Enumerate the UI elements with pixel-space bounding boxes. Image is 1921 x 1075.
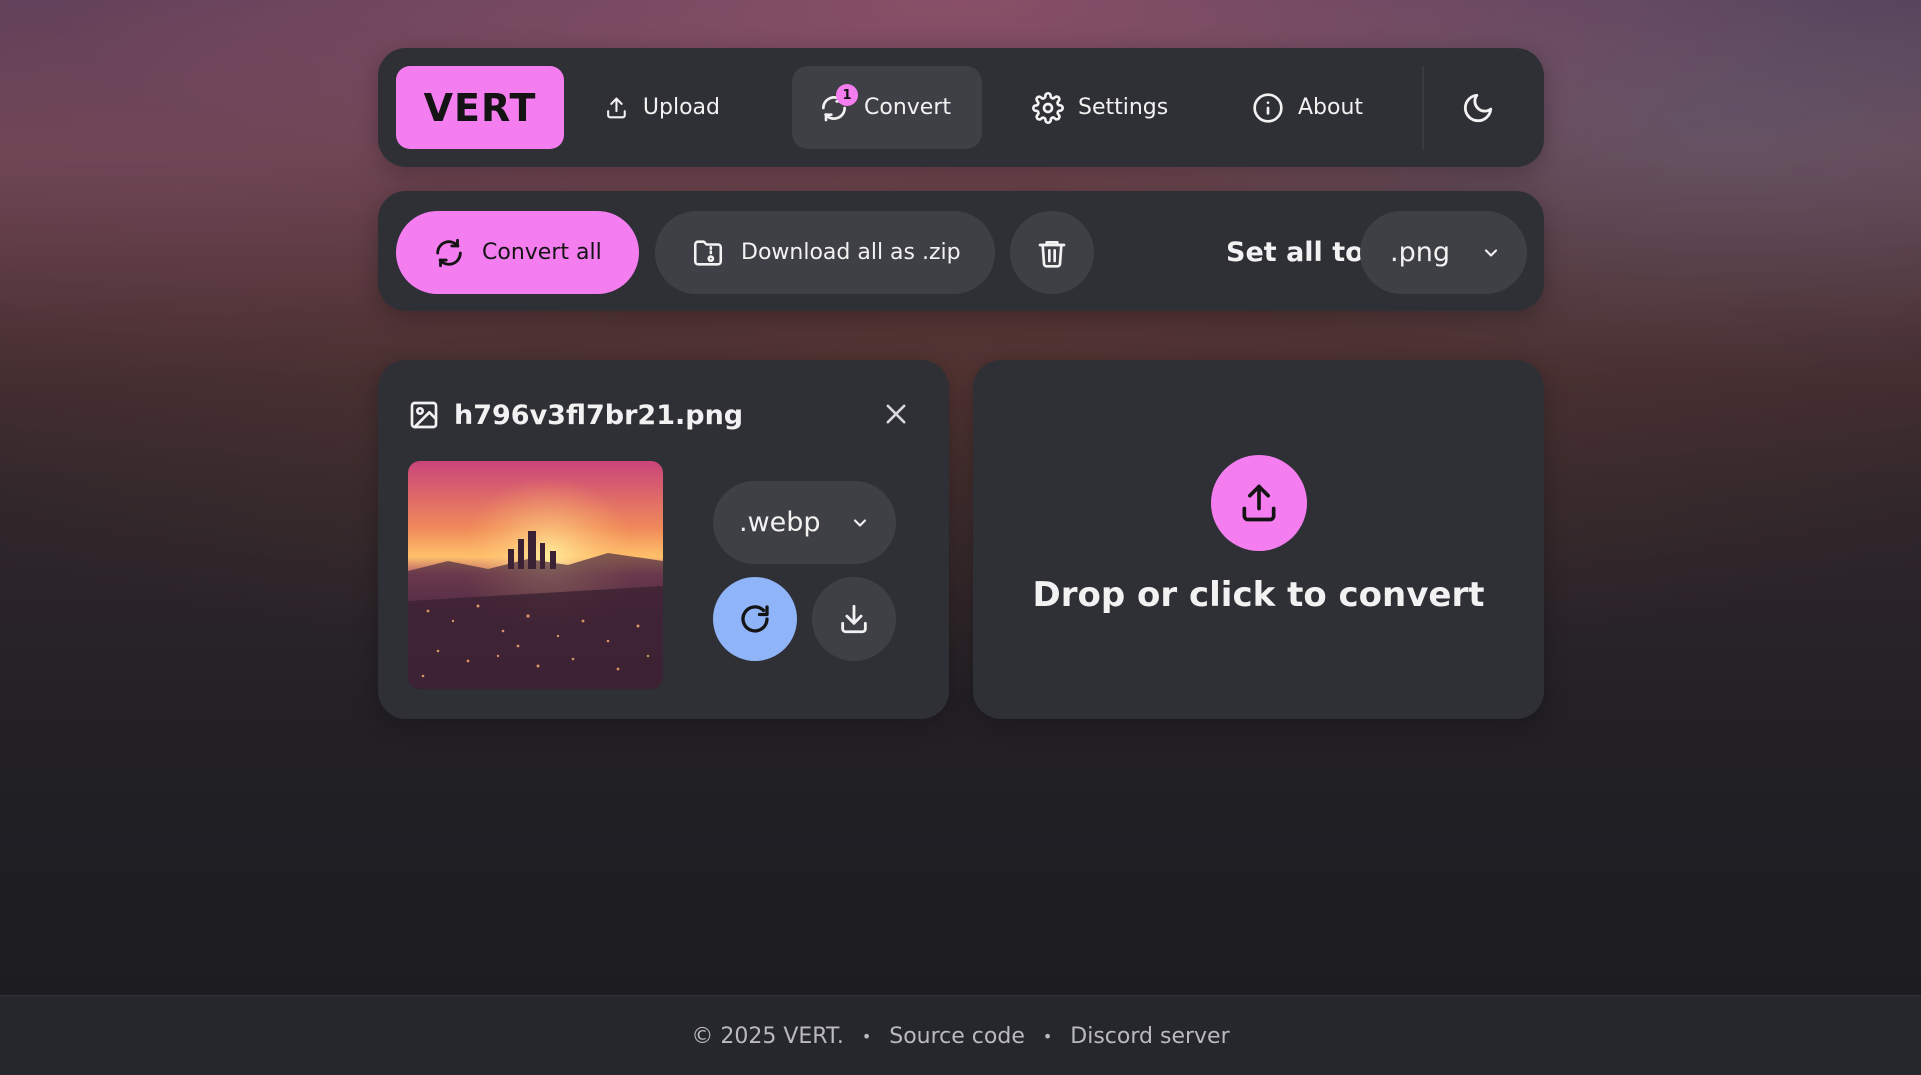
- toolbar: Convert all Download all as .zip Set all…: [378, 191, 1544, 311]
- moon-icon: [1463, 93, 1493, 123]
- convert-all-button[interactable]: Convert all: [396, 211, 639, 294]
- remove-file-button[interactable]: [878, 396, 914, 432]
- vert-logo[interactable]: VERT: [396, 66, 564, 149]
- file-name: h796v3fl7br21.png: [454, 399, 744, 431]
- upload-icon: [607, 97, 626, 118]
- download-icon: [841, 604, 867, 634]
- nav-settings[interactable]: Settings: [1006, 66, 1196, 149]
- nav-settings-label: Settings: [1078, 95, 1169, 120]
- discord-link[interactable]: Discord server: [1070, 1024, 1229, 1049]
- nav-about[interactable]: About: [1226, 66, 1402, 149]
- nav-convert[interactable]: 1 Convert: [792, 66, 982, 149]
- source-code-link[interactable]: Source code: [889, 1024, 1025, 1049]
- nav-divider: [1422, 66, 1424, 149]
- nav-upload[interactable]: Upload: [578, 66, 746, 149]
- gear-icon: [1032, 91, 1064, 124]
- file-card: h796v3fl7br21.png .webp: [378, 360, 949, 719]
- convert-file-button[interactable]: [713, 577, 797, 661]
- navbar: VERT Upload 1 Convert Settings About: [378, 48, 1544, 167]
- file-thumbnail: [408, 461, 663, 689]
- folder-archive-icon: [693, 239, 723, 266]
- nav-convert-label: Convert: [864, 95, 951, 120]
- convert-all-label: Convert all: [482, 240, 602, 265]
- trash-icon: [1038, 240, 1066, 268]
- copyright-text: © 2025 VERT.: [691, 1023, 844, 1049]
- drop-zone[interactable]: Drop or click to convert: [973, 360, 1544, 719]
- info-icon: [1253, 92, 1283, 123]
- download-file-button[interactable]: [812, 577, 896, 661]
- drop-zone-text: Drop or click to convert: [1032, 575, 1485, 615]
- footer-separator: •: [861, 1026, 872, 1046]
- nav-about-label: About: [1298, 95, 1364, 120]
- image-icon: [410, 401, 438, 429]
- convert-count-badge: 1: [836, 84, 858, 106]
- upload-icon: [1242, 484, 1276, 522]
- delete-all-button[interactable]: [1010, 211, 1094, 294]
- upload-button[interactable]: [1211, 455, 1307, 551]
- nav-upload-label: Upload: [642, 95, 720, 120]
- set-all-format-select[interactable]: .png: [1360, 211, 1527, 294]
- footer-separator: •: [1042, 1026, 1053, 1046]
- chevron-down-icon: [1484, 249, 1498, 257]
- file-header: h796v3fl7br21.png: [408, 390, 743, 440]
- set-all-label: Set all to: [1226, 237, 1364, 268]
- target-format-value: .webp: [739, 507, 821, 538]
- convert-icon: [436, 238, 462, 267]
- theme-toggle-button[interactable]: [1448, 78, 1508, 138]
- target-format-select[interactable]: .webp: [713, 481, 896, 564]
- chevron-down-icon: [853, 519, 867, 527]
- download-zip-button[interactable]: Download all as .zip: [655, 211, 995, 294]
- set-all-format-value: .png: [1390, 237, 1450, 268]
- close-icon: [886, 404, 906, 424]
- footer: © 2025 VERT. • Source code • Discord ser…: [0, 995, 1921, 1075]
- refresh-icon: [741, 605, 769, 633]
- download-zip-label: Download all as .zip: [741, 240, 961, 265]
